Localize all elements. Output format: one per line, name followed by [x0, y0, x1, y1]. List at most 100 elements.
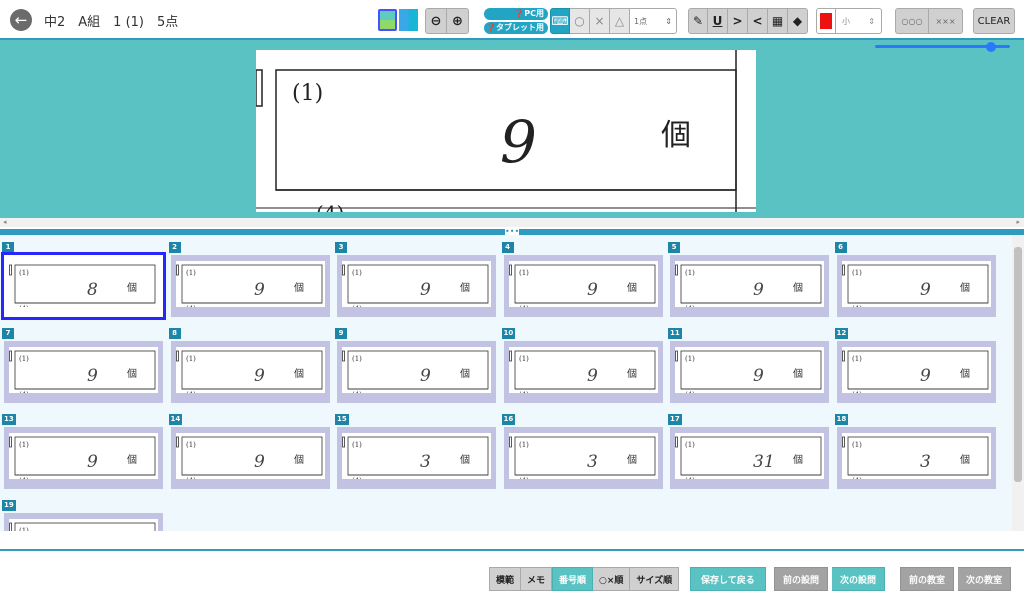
underline-icon[interactable]: U: [708, 8, 728, 34]
answer-cell[interactable]: 14 (1) 9 個 (4): [168, 414, 332, 494]
memo-button[interactable]: メモ: [521, 567, 553, 591]
card-question-label: (1): [352, 441, 362, 449]
answer-thumbnail[interactable]: (1) 3 個 (4): [836, 427, 996, 489]
greater-than-icon[interactable]: >: [728, 8, 748, 34]
sort-toggle: 番号順 ○×順 サイズ順: [552, 567, 680, 591]
less-than-icon[interactable]: <: [748, 8, 768, 34]
next-question-button[interactable]: 次の設問: [832, 567, 886, 591]
mark-all-correct-button[interactable]: ○○○: [895, 8, 929, 34]
tablet-help-badge[interactable]: ❓タブレット用: [484, 22, 548, 34]
card-next-label: (4): [519, 391, 529, 393]
answer-thumbnail[interactable]: (1) 3 個 (4): [337, 427, 496, 489]
answer-cell[interactable]: 4 (1) 9 個 (4): [501, 242, 665, 322]
eraser-icon[interactable]: ◆: [788, 8, 808, 34]
card-unit: 個: [960, 367, 970, 380]
zoom-slider[interactable]: [875, 42, 1010, 52]
card-next-label: (4): [19, 391, 29, 393]
pen-color-swatch[interactable]: [816, 8, 836, 34]
zoom-in-icon[interactable]: ⊕: [447, 8, 469, 34]
answer-cell[interactable]: 13 (1) 9 個 (4): [2, 414, 165, 494]
answer-cell[interactable]: 18 (1) 3 個 (4): [834, 414, 998, 494]
vertical-scrollbar[interactable]: [1012, 235, 1024, 531]
answer-cell[interactable]: 17 (1) 31 個 (4): [668, 414, 831, 494]
card-unit: 個: [627, 367, 637, 380]
cross-mark-icon[interactable]: ×: [590, 8, 610, 34]
answer-thumbnail[interactable]: (1) 9 個 (4): [170, 341, 330, 403]
card-next-label: (4): [519, 305, 529, 307]
pencil-icon[interactable]: ✎: [688, 8, 708, 34]
card-unit: 個: [460, 367, 470, 380]
answer-thumbnail[interactable]: (1) 9 個 (4): [4, 341, 163, 403]
scrollbar-thumb[interactable]: [1014, 247, 1022, 482]
pen-size-select[interactable]: 小 ⇕: [836, 8, 882, 34]
answer-cell[interactable]: 16 (1) 3 個 (4): [501, 414, 665, 494]
zoom-slider-knob[interactable]: [986, 42, 996, 52]
answer-thumbnail[interactable]: (1) 31 個 (4): [670, 427, 829, 489]
score-select[interactable]: 1点 ⇕: [630, 8, 677, 34]
preview-image: (1) 9 個 (4): [256, 50, 756, 212]
answer-thumbnail[interactable]: (1) 3 個 (4): [503, 427, 663, 489]
card-next-label: (4): [519, 477, 529, 479]
answer-thumbnail[interactable]: (1) 9 個 (4): [836, 341, 996, 403]
circle-mark-icon[interactable]: ○: [570, 8, 590, 34]
answer-cell[interactable]: 9 (1) 9 個 (4): [335, 328, 498, 408]
answer-thumbnail[interactable]: (1) 9 個 (4): [670, 255, 829, 317]
zoom-out-icon[interactable]: ⊖: [425, 8, 447, 34]
prev-class-button[interactable]: 前の教室: [900, 567, 955, 591]
answer-cell[interactable]: 15 (1) 3 個 (4): [335, 414, 498, 494]
scroll-right-icon[interactable]: ▸: [1016, 218, 1020, 226]
horizontal-scrollbar[interactable]: ◂ ▸: [0, 218, 1024, 227]
answer-scan: (1)個(4): [9, 519, 158, 531]
card-question-label: (1): [685, 269, 695, 277]
answer-thumbnail[interactable]: (1) 9 個 (4): [836, 255, 996, 317]
save-and-back-button[interactable]: 保存して戻る: [690, 567, 766, 591]
scroll-left-icon[interactable]: ◂: [3, 218, 7, 226]
prev-question-button[interactable]: 前の設問: [774, 567, 829, 591]
keyboard-icon[interactable]: ⌨: [550, 8, 570, 34]
pc-help-badge[interactable]: ❓PC用: [484, 8, 548, 20]
answer-thumbnail[interactable]: (1) 9 個 (4): [337, 341, 496, 403]
answer-cell[interactable]: 2 (1) 9 個 (4): [168, 242, 332, 322]
triangle-mark-icon[interactable]: △: [610, 8, 630, 34]
answer-thumbnail[interactable]: (1) 9 個 (4): [4, 427, 163, 489]
answer-cell[interactable]: 19 (1)個(4): [2, 500, 165, 531]
answer-cell[interactable]: 10 (1) 9 個 (4): [501, 328, 665, 408]
next-class-button[interactable]: 次の教室: [958, 567, 1012, 591]
calculator-icon[interactable]: ▦: [768, 8, 788, 34]
answer-cell[interactable]: 6 (1) 9 個 (4): [834, 242, 998, 322]
sort-by-mark-button[interactable]: ○×順: [593, 567, 631, 591]
answer-thumbnail[interactable]: (1) 9 個 (4): [170, 427, 330, 489]
footer-bar: 模範 メモ 番号順 ○×順 サイズ順 保存して戻る 前の設問 次の設問 前の教室…: [0, 549, 1024, 599]
answer-number: 12: [834, 328, 849, 339]
mark-all-wrong-button[interactable]: ×××: [929, 8, 963, 34]
chevron-updown-icon: ⇕: [868, 16, 875, 26]
clear-button[interactable]: CLEAR: [973, 8, 1015, 34]
model-answer-button[interactable]: 模範: [489, 567, 522, 591]
sort-by-number-button[interactable]: 番号順: [552, 567, 594, 591]
view-toggle: 模範 メモ: [489, 567, 553, 591]
answer-cell[interactable]: 8 (1) 9 個 (4): [168, 328, 332, 408]
answer-scan: (1) 9 個 (4): [175, 261, 325, 307]
handwritten-answer: 9: [87, 452, 98, 472]
answer-cell[interactable]: 5 (1) 9 個 (4): [668, 242, 831, 322]
answer-thumbnail[interactable]: (1)個(4): [4, 513, 163, 531]
layout-horizontal-icon[interactable]: [399, 9, 418, 31]
layout-vertical-icon[interactable]: [378, 9, 397, 31]
sort-by-size-button[interactable]: サイズ順: [630, 567, 680, 591]
answer-thumbnail[interactable]: (1) 9 個 (4): [170, 255, 330, 317]
answer-cell[interactable]: 3 (1) 9 個 (4): [335, 242, 498, 322]
answer-thumbnail[interactable]: (1) 9 個 (4): [670, 341, 829, 403]
answer-cell[interactable]: 12 (1) 9 個 (4): [834, 328, 998, 408]
answer-thumbnail[interactable]: (1) 8 個 (4): [1, 252, 166, 320]
answer-cell[interactable]: 1 (1) 8 個 (4): [1, 242, 166, 322]
bulk-mark-buttons: ○○○ ×××: [895, 8, 963, 34]
answer-thumbnail[interactable]: (1) 9 個 (4): [503, 255, 663, 317]
answer-cell[interactable]: 11 (1) 9 個 (4): [668, 328, 831, 408]
handwritten-answer: 9: [753, 366, 764, 386]
answer-cell[interactable]: 7 (1) 9 個 (4): [2, 328, 165, 408]
back-arrow-icon[interactable]: ←: [10, 9, 32, 31]
card-unit: 個: [793, 367, 803, 380]
answer-thumbnail[interactable]: (1) 9 個 (4): [337, 255, 496, 317]
answer-number: 5: [668, 242, 680, 253]
answer-thumbnail[interactable]: (1) 9 個 (4): [503, 341, 663, 403]
